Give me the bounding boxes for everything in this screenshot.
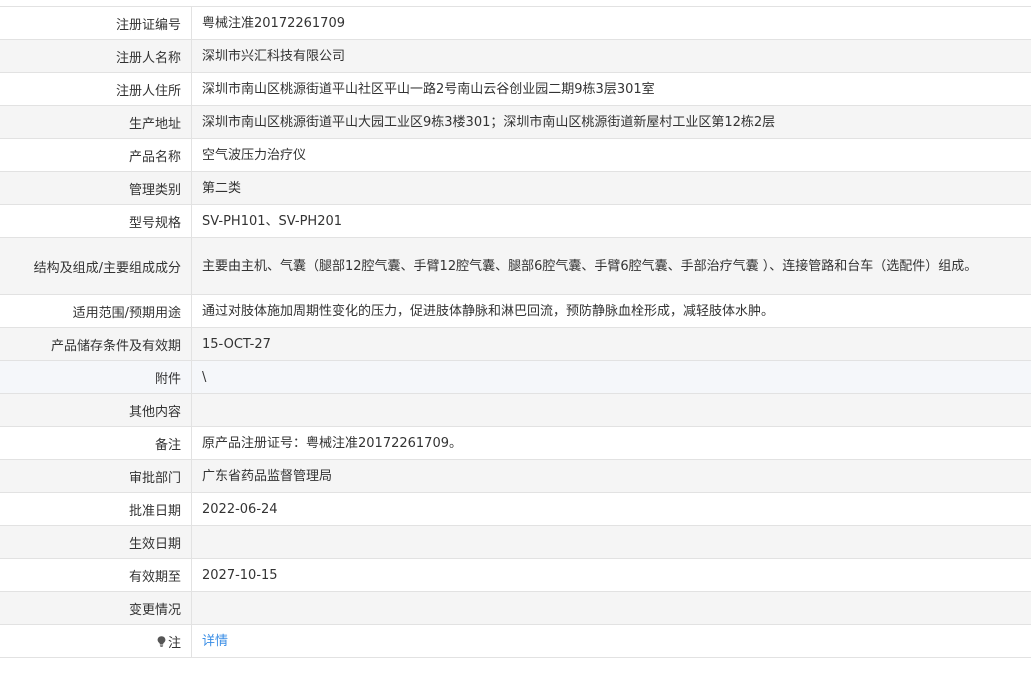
value-approval-date: 2022-06-24 [202, 501, 278, 517]
registration-detail-table: 注册证编号 粤械注准20172261709 注册人名称 深圳市兴汇科技有限公司 … [0, 6, 1031, 658]
row-other-content: 其他内容 [0, 394, 1031, 427]
label-registrant-name: 注册人名称 [0, 40, 192, 72]
label-registrant-address: 注册人住所 [0, 73, 192, 105]
value-structure-composition: 主要由主机、气囊（腿部12腔气囊、手臂12腔气囊、腿部6腔气囊、手臂6腔气囊、手… [202, 258, 978, 274]
value-approval-department: 广东省药品监督管理局 [202, 468, 333, 484]
note-label-text: 注 [167, 635, 181, 651]
value-model-spec: SV-PH101、SV-PH201 [202, 213, 343, 229]
row-effective-date: 生效日期 [0, 526, 1031, 559]
row-approval-department: 审批部门 广东省药品监督管理局 [0, 460, 1031, 493]
details-link[interactable]: 详情 [202, 630, 228, 653]
value-effective-date [192, 526, 1031, 558]
value-valid-until: 2027-10-15 [202, 567, 278, 583]
value-registrant-address: 深圳市南山区桃源街道平山社区平山一路2号南山云谷创业园二期9栋3层301室 [202, 81, 655, 97]
value-remarks: 原产品注册证号：粤械注准20172261709。 [202, 435, 462, 451]
row-registrant-address: 注册人住所 深圳市南山区桃源街道平山社区平山一路2号南山云谷创业园二期9栋3层3… [0, 73, 1031, 106]
value-other-content [192, 394, 1031, 426]
label-approval-department: 审批部门 [0, 460, 192, 492]
value-production-address: 深圳市南山区桃源街道平山大园工业区9栋3楼301；深圳市南山区桃源街道新屋村工业… [202, 114, 776, 130]
label-production-address: 生产地址 [0, 106, 192, 138]
label-other-content: 其他内容 [0, 394, 192, 426]
row-remarks: 备注 原产品注册证号：粤械注准20172261709。 [0, 427, 1031, 460]
row-management-class: 管理类别 第二类 [0, 172, 1031, 205]
value-registration-number: 粤械注准20172261709 [202, 15, 345, 31]
label-intended-use: 适用范围/预期用途 [0, 295, 192, 327]
row-storage-validity: 产品储存条件及有效期 15-OCT-27 [0, 328, 1031, 361]
row-valid-until: 有效期至 2027-10-15 [0, 559, 1031, 592]
value-intended-use: 通过对肢体施加周期性变化的压力，促进肢体静脉和淋巴回流，预防静脉血栓形成，减轻肢… [202, 303, 775, 319]
label-change-status: 变更情况 [0, 592, 192, 624]
value-change-status [192, 592, 1031, 624]
row-production-address: 生产地址 深圳市南山区桃源街道平山大园工业区9栋3楼301；深圳市南山区桃源街道… [0, 106, 1031, 139]
label-structure-composition: 结构及组成/主要组成成分 [0, 238, 192, 294]
label-model-spec: 型号规格 [0, 205, 192, 237]
label-note: 注 [0, 625, 192, 657]
row-intended-use: 适用范围/预期用途 通过对肢体施加周期性变化的压力，促进肢体静脉和淋巴回流，预防… [0, 295, 1031, 328]
value-registrant-name: 深圳市兴汇科技有限公司 [202, 48, 346, 64]
row-approval-date: 批准日期 2022-06-24 [0, 493, 1031, 526]
label-effective-date: 生效日期 [0, 526, 192, 558]
label-approval-date: 批准日期 [0, 493, 192, 525]
value-storage-validity: 15-OCT-27 [202, 336, 271, 352]
row-structure-composition: 结构及组成/主要组成成分 主要由主机、气囊（腿部12腔气囊、手臂12腔气囊、腿部… [0, 238, 1031, 295]
row-note: 注 详情 [0, 625, 1031, 658]
row-model-spec: 型号规格 SV-PH101、SV-PH201 [0, 205, 1031, 238]
row-attachment: 附件 \ [0, 361, 1031, 394]
lightbulb-icon [157, 635, 166, 647]
label-product-name: 产品名称 [0, 139, 192, 171]
label-storage-validity: 产品储存条件及有效期 [0, 328, 192, 360]
value-note: 详情 [192, 625, 1031, 657]
value-attachment: \ [202, 369, 207, 385]
row-change-status: 变更情况 [0, 592, 1031, 625]
row-product-name: 产品名称 空气波压力治疗仪 [0, 139, 1031, 172]
value-product-name: 空气波压力治疗仪 [202, 147, 307, 163]
label-remarks: 备注 [0, 427, 192, 459]
label-management-class: 管理类别 [0, 172, 192, 204]
value-management-class: 第二类 [202, 180, 242, 196]
label-attachment: 附件 [0, 361, 192, 393]
row-registrant-name: 注册人名称 深圳市兴汇科技有限公司 [0, 40, 1031, 73]
label-registration-number: 注册证编号 [0, 7, 192, 39]
label-valid-until: 有效期至 [0, 559, 192, 591]
row-registration-number: 注册证编号 粤械注准20172261709 [0, 7, 1031, 40]
